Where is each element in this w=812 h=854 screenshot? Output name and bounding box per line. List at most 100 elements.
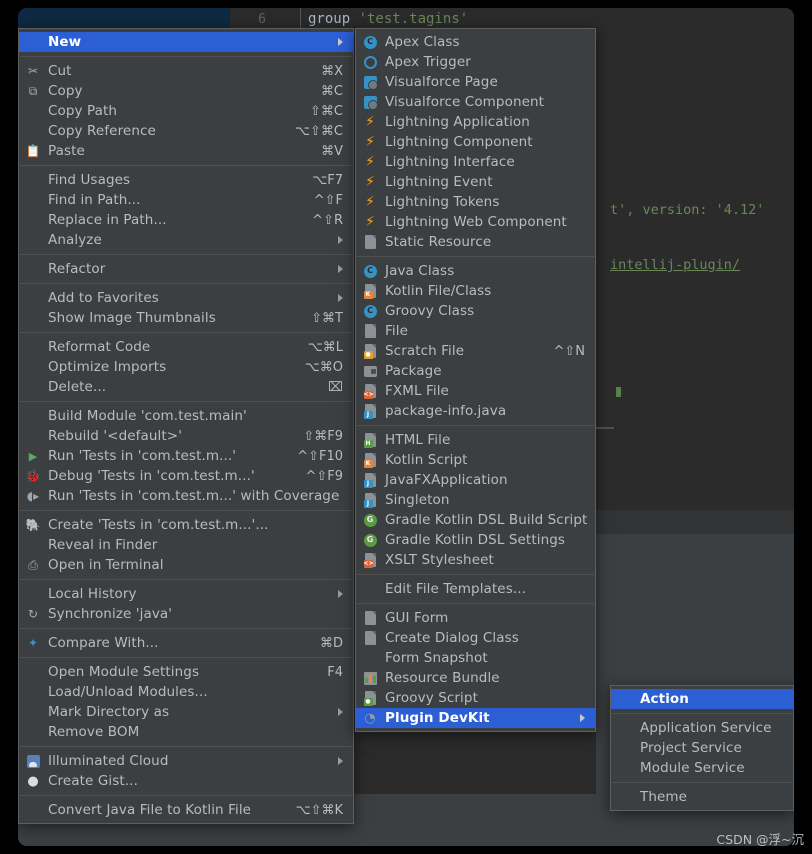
menu-item-run-tests-in-com-test-m[interactable]: ▶ Run 'Tests in 'com.test.m...' ^⇧F10 bbox=[19, 446, 353, 466]
menu-item-remove-bom[interactable]: Remove BOM bbox=[19, 722, 353, 742]
menu-item-run-tests-in-com-test-m-with-coverage[interactable]: ◖▸ Run 'Tests in 'com.test.m...' with Cov… bbox=[19, 486, 353, 506]
menu-item-shortcut: ⌘D bbox=[319, 635, 343, 651]
menu-separator bbox=[20, 401, 352, 402]
menu-item-debug-tests-in-com-test-m[interactable]: 🐞 Debug 'Tests in 'com.test.m...' ^⇧F9 bbox=[19, 466, 353, 486]
menu-item-open-in-terminal[interactable]: ⎙ Open in Terminal bbox=[19, 555, 353, 575]
menu-item-apex-class[interactable]: C Apex Class bbox=[356, 32, 595, 52]
menu-item-label: package-info.java bbox=[385, 403, 507, 419]
menu-item-fxml-file[interactable]: <> FXML File bbox=[356, 381, 595, 401]
menu-item-create-gist[interactable]: ● Create Gist... bbox=[19, 771, 353, 791]
menu-item-illuminated-cloud[interactable]: Illuminated Cloud bbox=[19, 751, 353, 771]
menu-item-rebuild-default[interactable]: Rebuild '<default>' ⇧⌘F9 bbox=[19, 426, 353, 446]
menu-item-label: HTML File bbox=[385, 432, 451, 448]
menu-item-lightning-interface[interactable]: ⚡ Lightning Interface bbox=[356, 152, 595, 172]
menu-item-lightning-event[interactable]: ⚡ Lightning Event bbox=[356, 172, 595, 192]
menu-item-open-module-settings[interactable]: Open Module Settings F4 bbox=[19, 662, 353, 682]
menu-item-build-module-com-test-main[interactable]: Build Module 'com.test.main' bbox=[19, 406, 353, 426]
menu-item-file[interactable]: File bbox=[356, 321, 595, 341]
menu-item-package-info-java[interactable]: Jpackage-info.java bbox=[356, 401, 595, 421]
no-icon bbox=[23, 103, 43, 119]
menu-item-label: Replace in Path... bbox=[48, 212, 167, 228]
menu-item-form-snapshot[interactable]: Form Snapshot bbox=[356, 648, 595, 668]
menu-item-lightning-component[interactable]: ⚡ Lightning Component bbox=[356, 132, 595, 152]
menu-item-lightning-application[interactable]: ⚡ Lightning Application bbox=[356, 112, 595, 132]
no-icon bbox=[23, 232, 43, 248]
menu-item-mark-directory-as[interactable]: Mark Directory as bbox=[19, 702, 353, 722]
menu-item-lightning-web-component[interactable]: ⚡ Lightning Web Component bbox=[356, 212, 595, 232]
editor-change-marker bbox=[616, 387, 621, 397]
menu-item-local-history[interactable]: Local History bbox=[19, 584, 353, 604]
menu-item-show-image-thumbnails[interactable]: Show Image Thumbnails ⇧⌘T bbox=[19, 308, 353, 328]
menu-item-java-class[interactable]: C Java Class bbox=[356, 261, 595, 281]
menu-item-delete[interactable]: Delete... ⌧ bbox=[19, 377, 353, 397]
menu-item-groovy-script[interactable]: ● Groovy Script bbox=[356, 688, 595, 708]
menu-item-javafxapplication[interactable]: J JavaFXApplication bbox=[356, 470, 595, 490]
menu-item-label: Reformat Code bbox=[48, 339, 151, 355]
menu-item-scratch-file[interactable]: ● Scratch File ^⇧N bbox=[356, 341, 595, 361]
menu-item-copy-path[interactable]: Copy Path ⇧⌘C bbox=[19, 101, 353, 121]
menu-item-label: Lightning Interface bbox=[385, 154, 515, 170]
menu-item-kotlin-script[interactable]: K Kotlin Script bbox=[356, 450, 595, 470]
menu-item-cut[interactable]: ✂ Cut ⌘X bbox=[19, 61, 353, 81]
menu-item-apex-trigger[interactable]: Apex Trigger bbox=[356, 52, 595, 72]
menu-item-singleton[interactable]: J Singleton bbox=[356, 490, 595, 510]
menu-separator bbox=[357, 603, 594, 604]
menu-item-load-unload-modules[interactable]: Load/Unload Modules... bbox=[19, 682, 353, 702]
code-keyword: group bbox=[308, 11, 359, 27]
menu-item-label: Illuminated Cloud bbox=[48, 753, 169, 769]
menu-item-plugin-devkit[interactable]: ◔ Plugin DevKit bbox=[356, 708, 595, 728]
context-menu[interactable]: New ✂ Cut ⌘X ⧉ Copy ⌘C Copy Path ⇧⌘C Copy Referen… bbox=[18, 28, 354, 824]
menu-item-compare-with[interactable]: ✦ Compare With... ⌘D bbox=[19, 633, 353, 653]
menu-item-new[interactable]: New bbox=[19, 32, 353, 52]
menu-item-add-to-favorites[interactable]: Add to Favorites bbox=[19, 288, 353, 308]
menu-item-module-service[interactable]: Module Service bbox=[611, 758, 793, 778]
menu-item-html-file[interactable]: H HTML File bbox=[356, 430, 595, 450]
menu-item-label: Resource Bundle bbox=[385, 670, 500, 686]
run-icon: ▶ bbox=[28, 449, 38, 463]
menu-item-kotlin-file-class[interactable]: K Kotlin File/Class bbox=[356, 281, 595, 301]
menu-item-create-dialog-class[interactable]: Create Dialog Class bbox=[356, 628, 595, 648]
menu-item-find-in-path[interactable]: Find in Path... ^⇧F bbox=[19, 190, 353, 210]
menu-item-xslt-stylesheet[interactable]: <> XSLT Stylesheet bbox=[356, 550, 595, 570]
menu-item-analyze[interactable]: Analyze bbox=[19, 230, 353, 250]
menu-item-paste[interactable]: 📋 Paste ⌘V bbox=[19, 141, 353, 161]
new-submenu[interactable]: C Apex Class Apex Trigger Visualforce Page V… bbox=[355, 28, 596, 732]
menu-item-reformat-code[interactable]: Reformat Code ⌥⌘L bbox=[19, 337, 353, 357]
menu-item-copy[interactable]: ⧉ Copy ⌘C bbox=[19, 81, 353, 101]
menu-item-label: Compare With... bbox=[48, 635, 159, 651]
menu-item-shortcut: ⌘C bbox=[320, 83, 343, 99]
menu-item-synchronize-java[interactable]: ↻ Synchronize 'java' bbox=[19, 604, 353, 624]
menu-item-gradle-kotlin-dsl-build-script[interactable]: G Gradle Kotlin DSL Build Script bbox=[356, 510, 595, 530]
menu-item-visualforce-page[interactable]: Visualforce Page bbox=[356, 72, 595, 92]
menu-item-refactor[interactable]: Refactor bbox=[19, 259, 353, 279]
menu-item-application-service[interactable]: Application Service bbox=[611, 718, 793, 738]
menu-item-resource-bundle[interactable]: Resource Bundle bbox=[356, 668, 595, 688]
menu-item-label: Apex Trigger bbox=[385, 54, 471, 70]
no-icon bbox=[360, 650, 380, 666]
menu-item-static-resource[interactable]: Static Resource bbox=[356, 232, 595, 252]
menu-item-edit-file-templates[interactable]: Edit File Templates... bbox=[356, 579, 595, 599]
menu-item-lightning-tokens[interactable]: ⚡ Lightning Tokens bbox=[356, 192, 595, 212]
menu-item-find-usages[interactable]: Find Usages ⌥F7 bbox=[19, 170, 353, 190]
menu-item-replace-in-path[interactable]: Replace in Path... ^⇧R bbox=[19, 210, 353, 230]
menu-item-project-service[interactable]: Project Service bbox=[611, 738, 793, 758]
plugin-devkit-submenu[interactable]: Action Application Service Project Service… bbox=[610, 685, 794, 811]
menu-item-package[interactable]: Package bbox=[356, 361, 595, 381]
menu-item-label: Copy bbox=[48, 83, 83, 99]
code-url-link[interactable]: intellij-plugin/ bbox=[610, 257, 740, 273]
menu-item-optimize-imports[interactable]: Optimize Imports ⌥⌘O bbox=[19, 357, 353, 377]
menu-item-theme[interactable]: Theme bbox=[611, 787, 793, 807]
no-icon bbox=[23, 802, 43, 818]
menu-item-copy-reference[interactable]: Copy Reference ⌥⇧⌘C bbox=[19, 121, 353, 141]
menu-item-visualforce-component[interactable]: Visualforce Component bbox=[356, 92, 595, 112]
cloud-icon bbox=[23, 753, 43, 769]
menu-item-reveal-in-finder[interactable]: Reveal in Finder bbox=[19, 535, 353, 555]
menu-item-gradle-kotlin-dsl-settings[interactable]: G Gradle Kotlin DSL Settings bbox=[356, 530, 595, 550]
menu-item-groovy-class[interactable]: C Groovy Class bbox=[356, 301, 595, 321]
menu-item-action[interactable]: Action bbox=[611, 689, 793, 709]
submenu-arrow-icon bbox=[338, 236, 343, 244]
menu-item-gui-form[interactable]: GUI Form bbox=[356, 608, 595, 628]
menu-item-create-tests-in-com-test-m[interactable]: 🐘 Create 'Tests in 'com.test.m...'... bbox=[19, 515, 353, 535]
no-icon bbox=[23, 290, 43, 306]
menu-item-convert-java-file-to-kotlin-file[interactable]: Convert Java File to Kotlin File ⌥⇧⌘K bbox=[19, 800, 353, 820]
